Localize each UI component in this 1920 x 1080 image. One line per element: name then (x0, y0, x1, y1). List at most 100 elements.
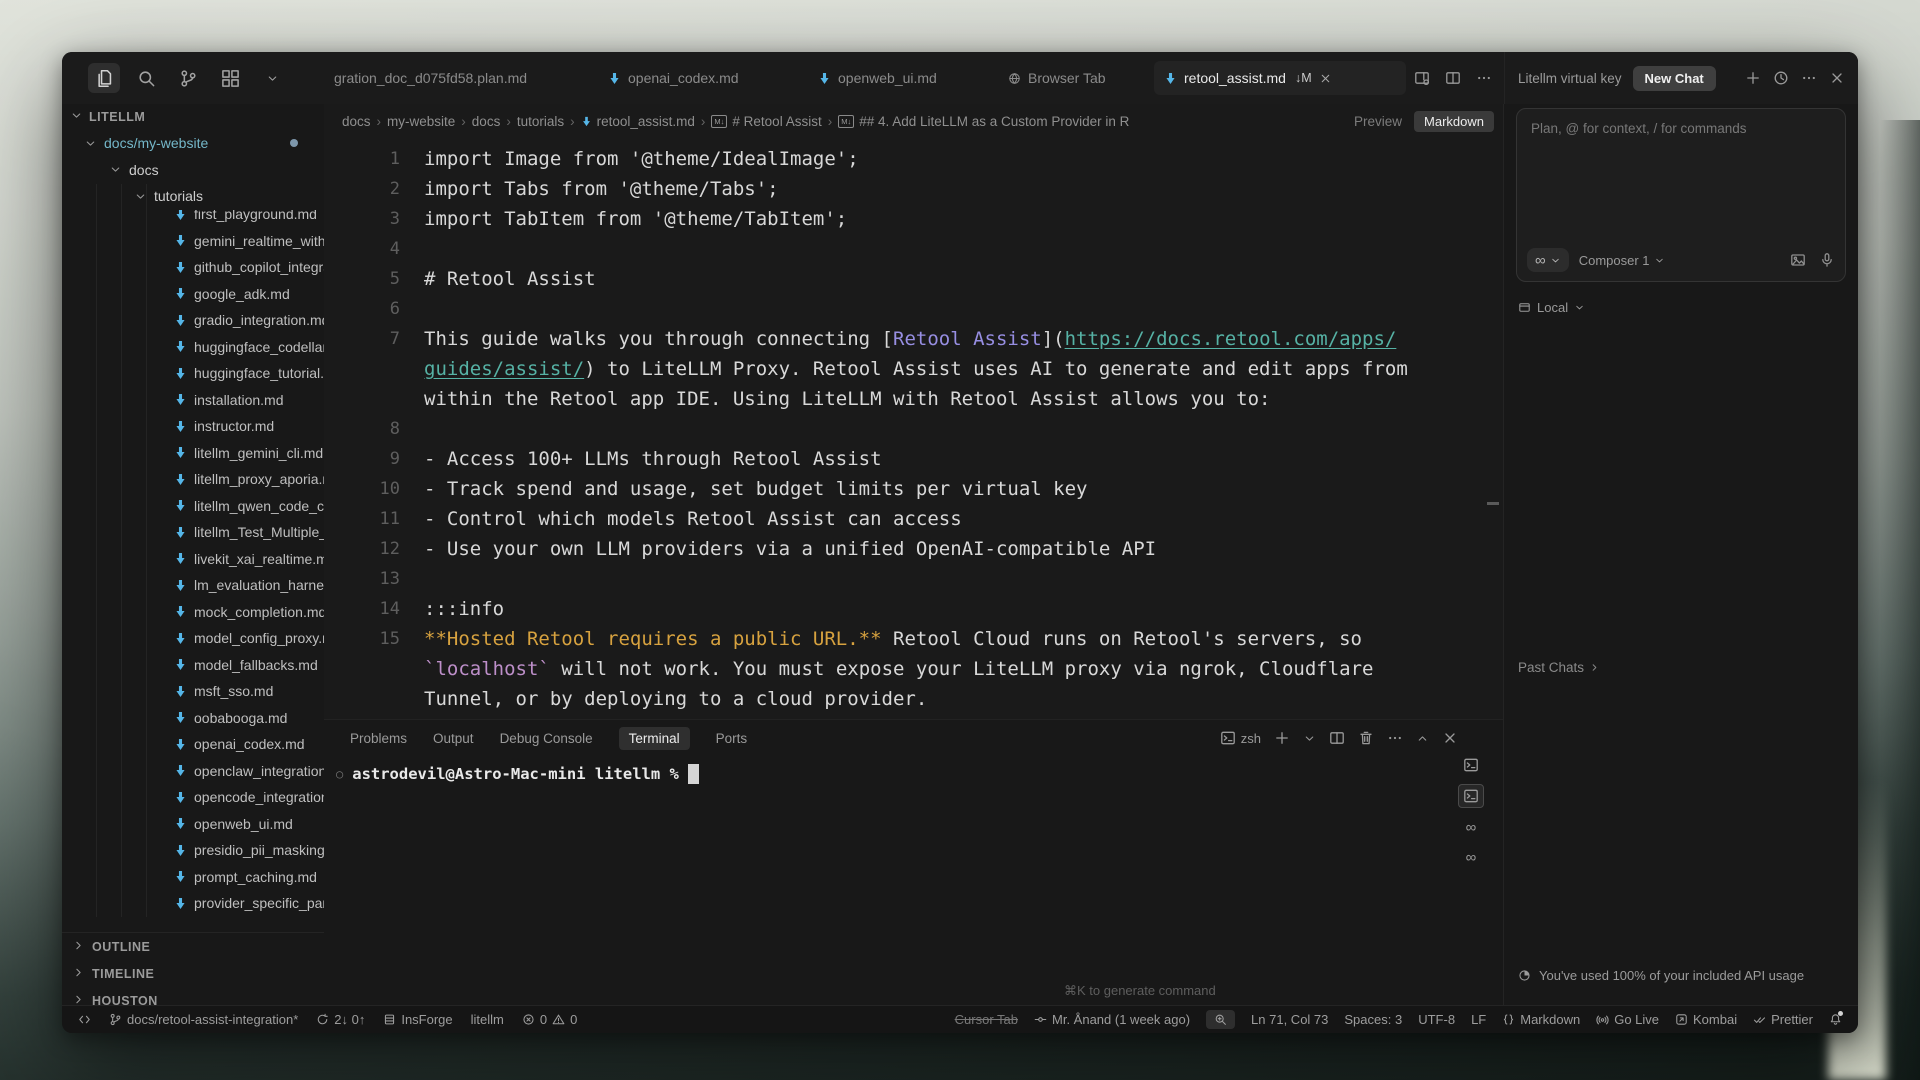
activity-chevron-down-button[interactable] (256, 63, 288, 93)
tree-file[interactable]: litellm_proxy_aporia.md (62, 466, 324, 493)
panel-chevron-up-button[interactable] (1416, 732, 1429, 745)
tree-file[interactable]: github_copilot_integrati... (62, 254, 324, 281)
status-lf[interactable]: LF (1471, 1012, 1486, 1027)
tree-file[interactable]: gradio_integration.md (62, 307, 324, 334)
split-button[interactable] (1445, 70, 1461, 86)
status-utf-8[interactable]: UTF-8 (1418, 1012, 1455, 1027)
preview-toggle[interactable]: Preview (1354, 114, 1402, 129)
panel-ellipsis-button[interactable] (1387, 730, 1403, 746)
tree-file[interactable]: prompt_caching.md (62, 864, 324, 891)
explorer-section-header[interactable]: LITELLM (62, 104, 324, 130)
tree-file[interactable]: google_adk.md (62, 281, 324, 308)
status-bell[interactable] (1829, 1013, 1842, 1026)
mic-button[interactable] (1819, 252, 1835, 268)
chat-ellipsis-button[interactable] (1801, 70, 1817, 86)
chat-plus-button[interactable] (1745, 70, 1761, 86)
past-chats[interactable]: Past Chats (1518, 660, 1600, 675)
chat-title-tab[interactable]: Litellm virtual key (1518, 71, 1622, 86)
status-insforge[interactable]: InsForge (383, 1012, 452, 1027)
editor-tab[interactable]: gration_doc_d075fd58.plan.md (324, 61, 566, 95)
panel-split-button[interactable] (1329, 730, 1345, 746)
sidebar-section-timeline[interactable]: TIMELINE (62, 960, 324, 987)
breadcrumb-item[interactable]: docs (472, 114, 501, 129)
new-chat-button[interactable]: New Chat (1633, 66, 1716, 91)
status-cursor-tab[interactable]: Cursor Tab (955, 1012, 1018, 1027)
tree-file[interactable]: model_fallbacks.md (62, 652, 324, 679)
editor-tab[interactable]: openai_codex.md (598, 61, 784, 95)
tree-file[interactable]: lm_evaluation_harness... (62, 572, 324, 599)
activity-extensions-button[interactable] (214, 63, 246, 93)
tree-file[interactable]: provider_specific_para... (62, 890, 324, 917)
status-litellm[interactable]: litellm (471, 1012, 504, 1027)
terminal[interactable]: ○ astrodevil@Astro-Mac-mini litellm % (336, 764, 699, 784)
breadcrumb-item[interactable]: docs (342, 114, 371, 129)
terminal-session-terminal[interactable] (1458, 784, 1484, 808)
tree-folder[interactable]: docs/my-website (62, 130, 324, 157)
chat-close-button[interactable] (1829, 70, 1845, 86)
editor-tab[interactable]: retool_assist.md↓M (1154, 61, 1406, 95)
status-mr-nand-1-week-ago[interactable]: Mr. Ånand (1 week ago) (1034, 1012, 1190, 1027)
status-zoom[interactable] (1206, 1010, 1235, 1029)
status-ln-71-col-73[interactable]: Ln 71, Col 73 (1251, 1012, 1328, 1027)
markdown-mode-badge[interactable]: Markdown (1414, 111, 1494, 132)
chat-clock-button[interactable] (1773, 70, 1789, 86)
status-spaces-3[interactable]: Spaces: 3 (1344, 1012, 1402, 1027)
tree-file[interactable]: presidio_pii_masking.md (62, 837, 324, 864)
tree-file[interactable]: livekit_xai_realtime.md (62, 546, 324, 573)
panel-chevron-down-button[interactable] (1303, 732, 1316, 745)
editor-tab[interactable]: openweb_ui.md (808, 61, 992, 95)
breadcrumb-file[interactable]: retool_assist.md (581, 114, 695, 129)
tree-file[interactable]: instructor.md (62, 413, 324, 440)
status-remote[interactable] (78, 1013, 91, 1026)
panel-trash-button[interactable] (1358, 730, 1374, 746)
tree-file[interactable]: gemini_realtime_with_a... (62, 228, 324, 255)
model-mode-pill[interactable]: ∞ (1527, 248, 1569, 272)
shell-selector[interactable]: zsh (1220, 730, 1261, 746)
breadcrumb-item[interactable]: tutorials (517, 114, 564, 129)
sidebar-section-houston[interactable]: HOUSTON (62, 987, 324, 1005)
local-selector[interactable]: Local (1518, 300, 1585, 315)
ellipsis-button[interactable] (1476, 70, 1492, 86)
tree-file[interactable]: opencode_integration.md (62, 784, 324, 811)
tree-file[interactable]: litellm_qwen_code_cli.md (62, 493, 324, 520)
tree-file[interactable]: model_config_proxy.md (62, 625, 324, 652)
chat-input-card[interactable]: Plan, @ for context, / for commands ∞ Co… (1516, 108, 1846, 282)
status-prettier[interactable]: Prettier (1753, 1012, 1813, 1027)
status-0[interactable]: 00 (522, 1012, 577, 1027)
tree-file[interactable]: openclaw_integration.md (62, 758, 324, 785)
terminal-session-infinity[interactable]: ∞ (1459, 846, 1483, 868)
panel-tab-terminal[interactable]: Terminal (619, 727, 690, 750)
code-editor[interactable]: 1import Image from '@theme/IdealImage';2… (324, 138, 1504, 720)
panel-tab-ports[interactable]: Ports (716, 731, 748, 746)
terminal-session-infinity[interactable]: ∞ (1459, 816, 1483, 838)
panel-tab-problems[interactable]: Problems (350, 731, 407, 746)
tree-file[interactable]: litellm_Test_Multiple_Pr... (62, 519, 324, 546)
activity-source-control-button[interactable] (172, 63, 204, 93)
status-2-0[interactable]: 2↓ 0↑ (316, 1012, 365, 1027)
status-docs-retool-assist-integration[interactable]: docs/retool-assist-integration* (109, 1012, 298, 1027)
tree-file[interactable]: installation.md (62, 387, 324, 414)
breadcrumb-symbol[interactable]: M↓# Retool Assist (711, 114, 821, 129)
tree-folder[interactable]: tutorials (62, 183, 324, 210)
panel-plus-button[interactable] (1274, 730, 1290, 746)
sidebar-section-outline[interactable]: OUTLINE (62, 933, 324, 960)
breadcrumb-item[interactable]: my-website (387, 114, 455, 129)
tree-file[interactable]: openai_codex.md (62, 731, 324, 758)
tree-file[interactable]: msft_sso.md (62, 678, 324, 705)
tree-file[interactable]: huggingface_codellama... (62, 334, 324, 361)
panel-tab-debug-console[interactable]: Debug Console (500, 731, 593, 746)
status-kombai[interactable]: Kombai (1675, 1012, 1737, 1027)
activity-search-button[interactable] (130, 63, 162, 93)
status-go-live[interactable]: Go Live (1596, 1012, 1659, 1027)
tree-file[interactable]: openweb_ui.md (62, 811, 324, 838)
tree-file[interactable]: oobabooga.md (62, 705, 324, 732)
status-markdown[interactable]: Markdown (1502, 1012, 1580, 1027)
tree-file[interactable]: huggingface_tutorial.md (62, 360, 324, 387)
terminal-session-terminal[interactable] (1459, 754, 1483, 776)
editor-tab[interactable]: Browser Tab (998, 61, 1144, 95)
activity-files-button[interactable] (88, 63, 120, 93)
tab-close-button[interactable] (1319, 72, 1332, 85)
layout-button[interactable] (1414, 70, 1430, 86)
tree-file[interactable]: first_playground.md (62, 210, 324, 228)
image-button[interactable] (1790, 252, 1806, 268)
